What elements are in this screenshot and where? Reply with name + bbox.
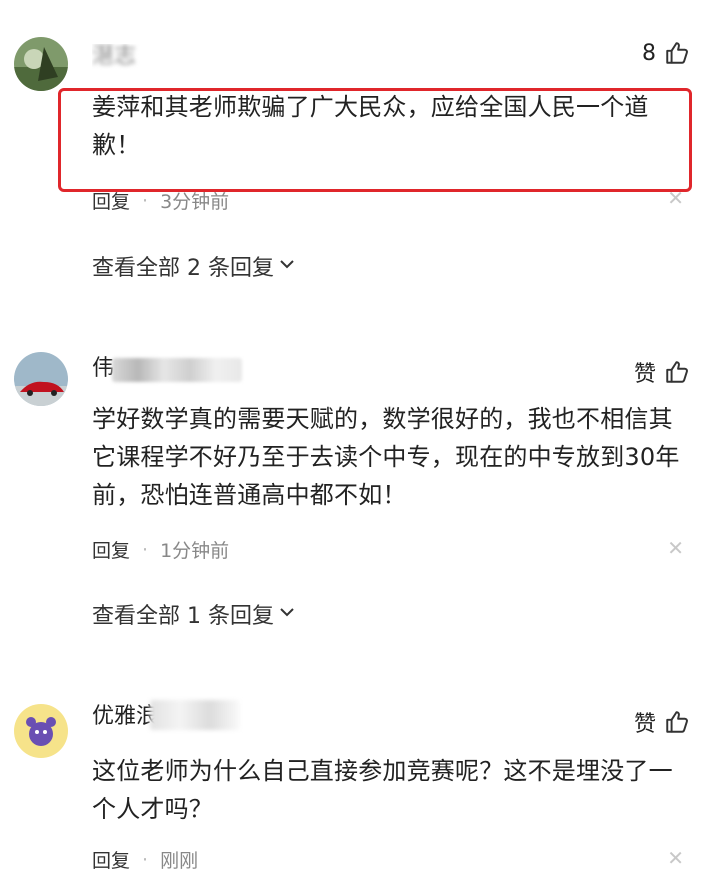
like-button[interactable]: 赞 (634, 706, 690, 738)
like-label: 赞 (633, 712, 656, 737)
comment-item: 优雅浪 赞 这位老师为什么自己直接参加竞赛呢？这不是埋没了一个人才吗？ 回复 ·… (0, 0, 712, 872)
comment-text: 这位老师为什么自己直接参加竞赛呢？这不是埋没了一个人才吗？ (92, 757, 673, 823)
comment-meta: 回复 · 刚刚 (92, 846, 198, 873)
timestamp: 刚刚 (160, 850, 199, 872)
username[interactable]: 优雅浪 (92, 704, 158, 730)
avatar[interactable] (14, 704, 68, 758)
thumbs-up-icon (664, 709, 690, 735)
close-icon[interactable]: ✕ (667, 846, 684, 870)
username-redaction (150, 700, 240, 730)
separator-dot: · (142, 848, 149, 871)
reply-button[interactable]: 回复 (92, 846, 130, 873)
avatar-image (14, 704, 68, 758)
